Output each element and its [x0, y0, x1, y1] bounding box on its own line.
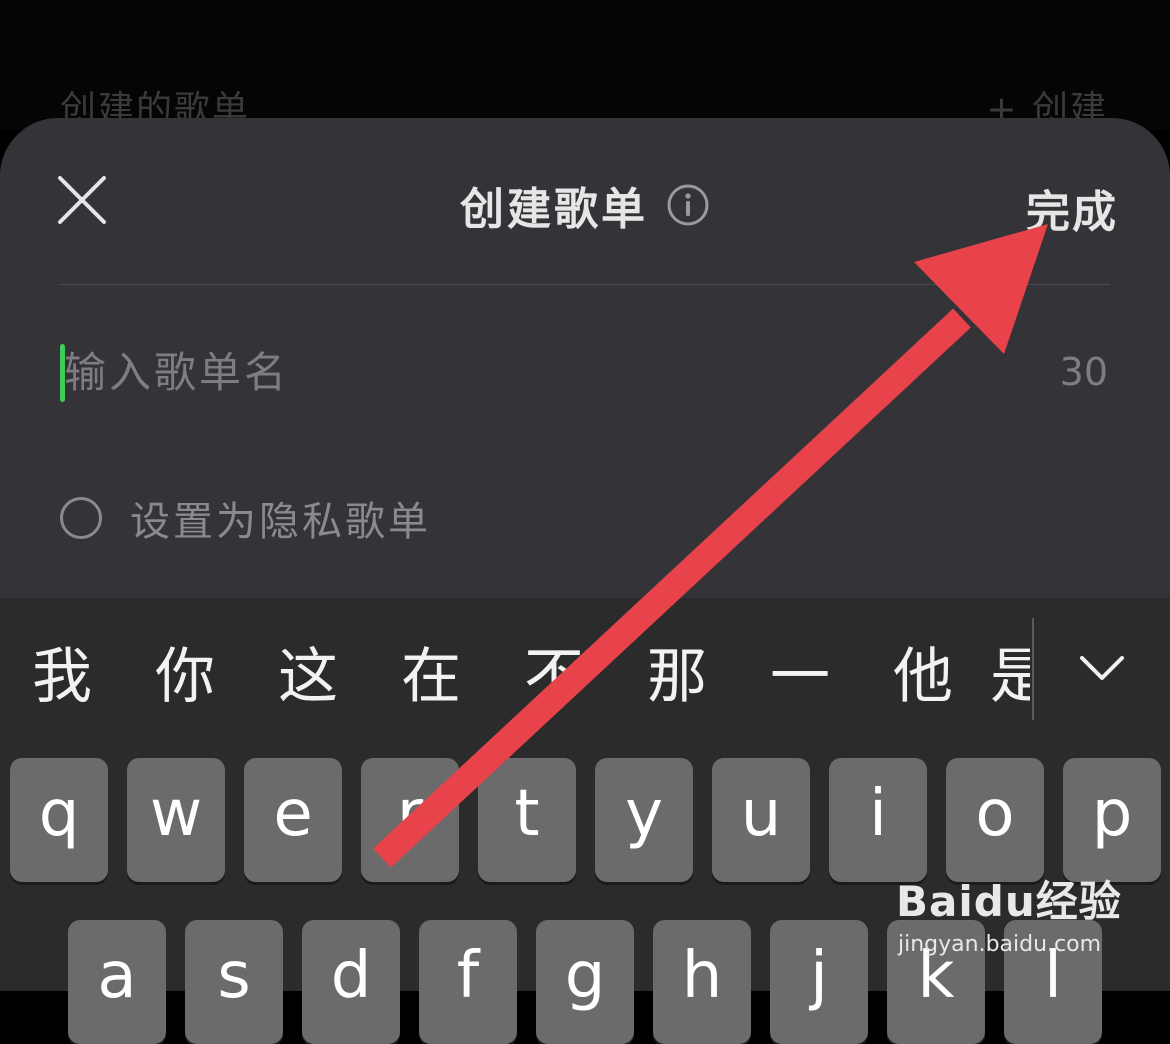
char-limit-counter: 30	[1059, 350, 1108, 394]
info-icon[interactable]	[666, 183, 710, 227]
candidate-word[interactable]: 一	[760, 642, 840, 712]
key-j[interactable]: j	[770, 920, 868, 1044]
key-y[interactable]: y	[595, 758, 693, 882]
candidate-bar: 我 你 这 在 不 那 一 他 是	[0, 598, 1170, 748]
key-q[interactable]: q	[10, 758, 108, 882]
playlist-name-input[interactable]	[64, 340, 1024, 404]
key-u[interactable]: u	[712, 758, 810, 882]
privacy-toggle[interactable]: 设置为隐私歌单	[60, 492, 431, 545]
candidate-word[interactable]: 他	[883, 642, 963, 712]
key-o[interactable]: o	[946, 758, 1044, 882]
done-button[interactable]: 完成	[1026, 176, 1118, 240]
key-p[interactable]: p	[1063, 758, 1161, 882]
candidate-word[interactable]: 是	[990, 642, 1030, 712]
privacy-radio[interactable]	[60, 497, 102, 539]
key-e[interactable]: e	[244, 758, 342, 882]
header-divider	[60, 284, 1110, 285]
key-s[interactable]: s	[185, 920, 283, 1044]
baidu-watermark: Baidu经验 jingyan.baidu.com	[896, 868, 1126, 968]
candidate-separator	[1032, 618, 1034, 720]
candidate-word[interactable]: 在	[391, 642, 471, 712]
collapse-keyboard-button[interactable]	[1074, 640, 1130, 696]
key-f[interactable]: f	[419, 920, 517, 1044]
key-i[interactable]: i	[829, 758, 927, 882]
candidate-word[interactable]: 你	[145, 642, 225, 712]
candidate-word[interactable]: 那	[637, 642, 717, 712]
key-a[interactable]: a	[68, 920, 166, 1044]
key-r[interactable]: r	[361, 758, 459, 882]
key-t[interactable]: t	[478, 758, 576, 882]
key-g[interactable]: g	[536, 920, 634, 1044]
sheet-title: 创建歌单	[0, 173, 1170, 237]
candidate-word[interactable]: 这	[268, 642, 348, 712]
chevron-down-icon	[1080, 656, 1124, 680]
key-d[interactable]: d	[302, 920, 400, 1044]
watermark-logo: Baidu经验	[896, 877, 1122, 926]
candidate-word[interactable]: 不	[514, 642, 594, 712]
playlist-name-field	[60, 340, 1110, 404]
key-w[interactable]: w	[127, 758, 225, 882]
watermark-url: jingyan.baidu.com	[898, 932, 1102, 957]
key-h[interactable]: h	[653, 920, 751, 1044]
sheet-title-text: 创建歌单	[460, 184, 648, 235]
candidate-word[interactable]: 我	[22, 642, 102, 712]
privacy-label: 设置为隐私歌单	[130, 499, 431, 545]
